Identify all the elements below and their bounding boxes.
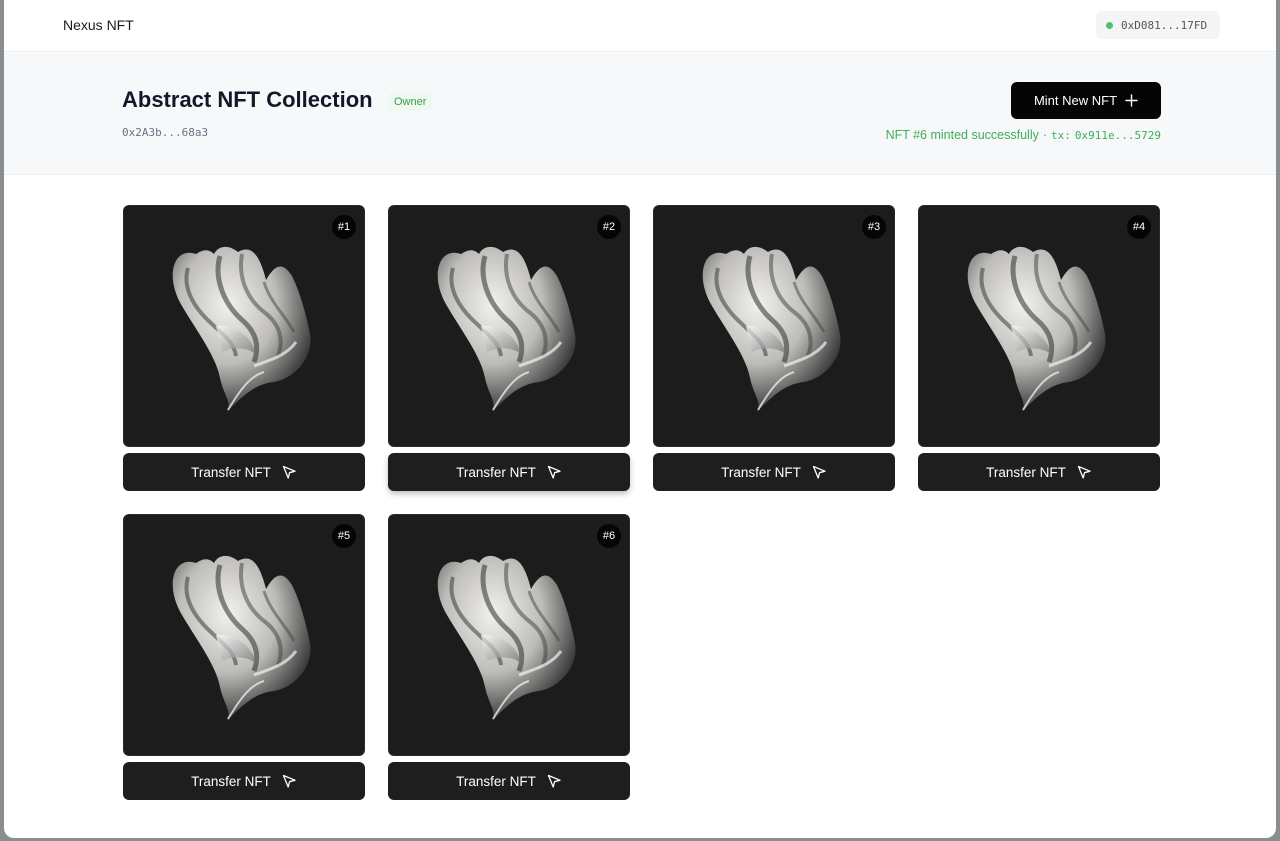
send-icon	[1077, 465, 1091, 479]
token-id-badge: #2	[597, 215, 621, 239]
wallet-connection-chip[interactable]: 0xD081...17FD	[1096, 11, 1220, 39]
mint-status-message: NFT #6 minted successfully · tx: 0x911e.…	[886, 128, 1161, 142]
token-id-badge: #6	[597, 524, 621, 548]
nft-artwork[interactable]: #5	[123, 514, 365, 756]
send-icon	[282, 774, 296, 788]
nft-card: #2 Transfer NFT	[388, 205, 630, 491]
transfer-nft-button[interactable]: Transfer NFT	[123, 762, 365, 800]
token-id-badge: #5	[332, 524, 356, 548]
nft-artwork[interactable]: #4	[918, 205, 1160, 447]
transfer-button-label: Transfer NFT	[456, 773, 536, 789]
status-separator: ·	[1042, 128, 1048, 142]
token-id-badge: #3	[862, 215, 886, 239]
nft-card: #6 Transfer NFT	[388, 514, 630, 800]
transfer-button-label: Transfer NFT	[456, 464, 536, 480]
nft-card: #4 Transfer NFT	[918, 205, 1160, 491]
mint-button-label: Mint New NFT	[1033, 93, 1118, 108]
token-id-badge: #1	[332, 215, 356, 239]
nft-card: #1 Transfer NFT	[123, 205, 365, 491]
mint-new-nft-button[interactable]: Mint New NFT	[1011, 82, 1161, 119]
contract-address: 0x2A3b...68a3	[122, 126, 209, 139]
nft-grid: #1 Transfer NFT #2 Transfer NFT #3 Trans…	[123, 205, 1163, 805]
send-icon	[547, 465, 561, 479]
abstract-sculpture-image	[437, 555, 576, 721]
app-window: Nexus NFT 0xD081...17FD Abstract NFT Col…	[4, 0, 1276, 838]
abstract-sculpture-image	[967, 246, 1106, 412]
transfer-button-label: Transfer NFT	[191, 773, 271, 789]
nft-artwork[interactable]: #1	[123, 205, 365, 447]
nft-card: #5 Transfer NFT	[123, 514, 365, 800]
send-icon	[282, 465, 296, 479]
transfer-button-label: Transfer NFT	[986, 464, 1066, 480]
transfer-nft-button[interactable]: Transfer NFT	[123, 453, 365, 491]
transfer-nft-button[interactable]: Transfer NFT	[918, 453, 1160, 491]
nft-artwork[interactable]: #2	[388, 205, 630, 447]
transfer-button-label: Transfer NFT	[721, 464, 801, 480]
transfer-nft-button[interactable]: Transfer NFT	[388, 453, 630, 491]
transfer-nft-button[interactable]: Transfer NFT	[653, 453, 895, 491]
transfer-nft-button[interactable]: Transfer NFT	[388, 762, 630, 800]
collection-header: Abstract NFT Collection Owner 0x2A3b...6…	[4, 53, 1276, 175]
token-id-badge: #4	[1127, 215, 1151, 239]
send-icon	[547, 774, 561, 788]
transaction-hash-link[interactable]: 0x911e...5729	[1075, 129, 1161, 142]
wallet-address: 0xD081...17FD	[1121, 18, 1208, 32]
transfer-button-label: Transfer NFT	[191, 464, 271, 480]
nft-artwork[interactable]: #6	[388, 514, 630, 756]
owner-badge: Owner	[388, 93, 433, 111]
nft-card: #3 Transfer NFT	[653, 205, 895, 491]
plus-icon	[1125, 94, 1138, 107]
send-icon	[812, 465, 826, 479]
brand-logo-text[interactable]: Nexus NFT	[63, 17, 134, 33]
tx-label: tx:	[1051, 129, 1071, 142]
abstract-sculpture-image	[437, 246, 576, 412]
abstract-sculpture-image	[172, 555, 311, 721]
abstract-sculpture-image	[702, 246, 841, 412]
collection-title: Abstract NFT Collection	[122, 87, 373, 112]
abstract-sculpture-image	[172, 246, 311, 412]
nft-artwork[interactable]: #3	[653, 205, 895, 447]
status-text: NFT #6 minted successfully	[885, 128, 1039, 142]
top-navbar: Nexus NFT 0xD081...17FD	[4, 0, 1276, 52]
connected-status-dot	[1106, 21, 1113, 29]
